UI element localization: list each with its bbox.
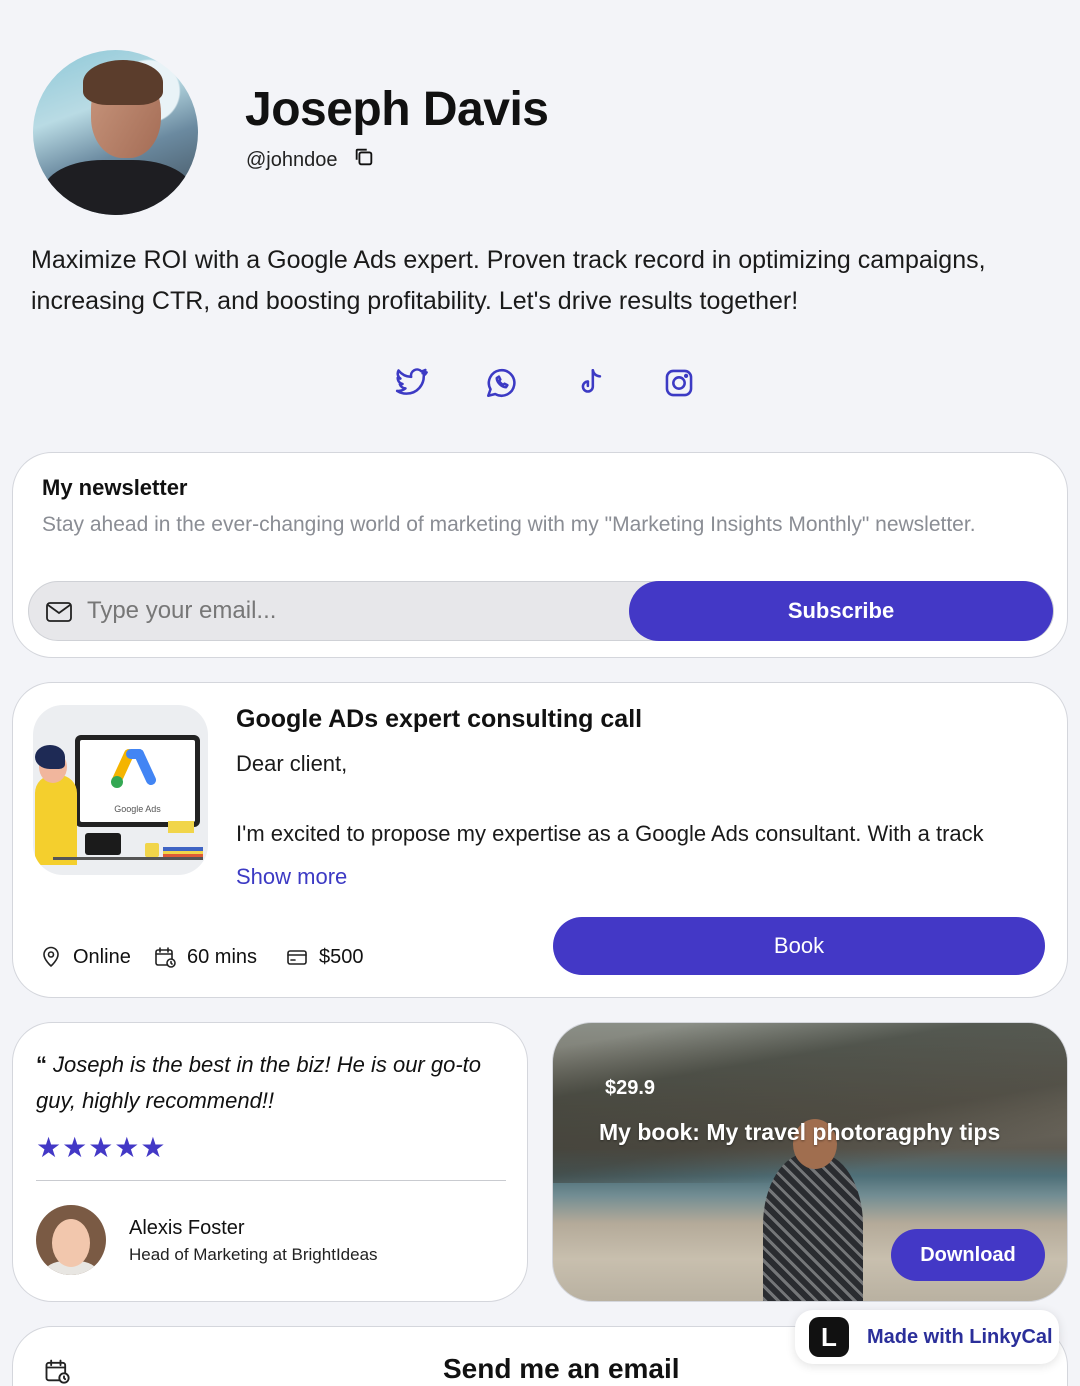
profile-name: Joseph Davis: [245, 83, 549, 136]
quote-mark-icon: “: [36, 1052, 47, 1077]
consulting-card[interactable]: Google Ads Google ADs expert consulting …: [12, 682, 1068, 998]
instagram-icon[interactable]: [662, 366, 696, 400]
calendar-clock-icon: [45, 1359, 70, 1384]
location-meta: Online: [39, 945, 131, 969]
google-ads-logo-icon: [111, 749, 156, 788]
divider: [36, 1180, 506, 1181]
testimonial-avatar: [36, 1205, 106, 1275]
mail-icon: [46, 602, 72, 622]
profile-handle: @johndoe: [246, 146, 375, 174]
newsletter-title: My newsletter: [42, 475, 188, 500]
book-card[interactable]: $29.9 My book: My travel photoragphy tip…: [552, 1022, 1068, 1302]
duration-meta: 60 mins: [153, 945, 257, 969]
email-card-title: Send me an email: [443, 1353, 680, 1384]
show-more-link[interactable]: Show more: [236, 864, 347, 890]
book-title: My book: My travel photoragphy tips: [599, 1119, 1001, 1145]
testimonial-author: Alexis Foster: [129, 1217, 245, 1239]
badge-text: Made with LinkyCal: [867, 1325, 1053, 1348]
consulting-title: Google ADs expert consulting call: [236, 705, 643, 733]
download-button[interactable]: Download: [891, 1229, 1045, 1281]
linkycal-logo-icon: L: [809, 1317, 849, 1357]
testimonial-quote: “Joseph is the best in the biz! He is ou…: [36, 1047, 506, 1119]
whatsapp-icon[interactable]: [484, 366, 518, 400]
location-text: Online: [73, 945, 131, 968]
price-meta: $500: [285, 945, 364, 969]
made-with-badge[interactable]: L Made with LinkyCal: [795, 1310, 1059, 1364]
google-ads-label: Google Ads: [114, 804, 161, 814]
book-button[interactable]: Book: [553, 917, 1045, 975]
consulting-excerpt: I'm excited to propose my expertise as a…: [236, 821, 984, 846]
rating-stars: ★★★★★: [36, 1132, 167, 1163]
handle-text: @johndoe: [246, 148, 338, 171]
social-links: [395, 366, 696, 400]
newsletter-card: My newsletter Stay ahead in the ever-cha…: [12, 452, 1068, 658]
copy-icon[interactable]: [353, 146, 375, 174]
price-text: $500: [319, 945, 364, 968]
book-price: $29.9: [605, 1077, 656, 1099]
duration-text: 60 mins: [187, 945, 258, 968]
tiktok-icon[interactable]: [573, 366, 607, 400]
newsletter-description: Stay ahead in the ever-changing world of…: [42, 513, 976, 536]
testimonial-text: Joseph is the best in the biz! He is our…: [36, 1052, 482, 1113]
credit-card-icon: [287, 950, 307, 965]
location-pin-icon: [43, 946, 59, 967]
profile-bio: Maximize ROI with a Google Ads expert. P…: [31, 246, 986, 315]
consulting-greeting: Dear client,: [236, 751, 348, 776]
testimonial-role: Head of Marketing at BrightIdeas: [129, 1245, 378, 1264]
testimonial-card: “Joseph is the best in the biz! He is ou…: [12, 1022, 528, 1302]
profile-avatar: [33, 50, 198, 215]
calendar-clock-icon: [155, 947, 176, 968]
email-input[interactable]: [87, 592, 607, 630]
subscribe-button[interactable]: Subscribe: [629, 581, 1053, 641]
consulting-thumbnail: Google Ads: [33, 705, 208, 875]
twitter-icon[interactable]: [395, 366, 429, 400]
